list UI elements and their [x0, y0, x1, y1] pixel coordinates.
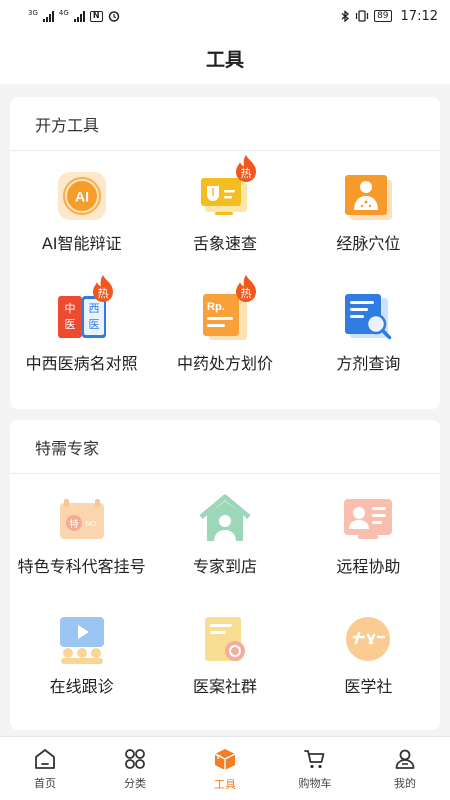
remote-assist-icon — [340, 491, 396, 547]
svg-text:特: 特 — [69, 518, 78, 530]
tool-label: 医案社群 — [192, 677, 257, 696]
status-right: 89 17:12 — [341, 9, 438, 24]
svg-text:AI: AI — [75, 189, 89, 205]
network-tag-4g: 4G — [58, 9, 69, 17]
tab-label: 工具 — [214, 777, 236, 791]
tool-label: AI智能辩证 — [41, 234, 122, 253]
tab-label: 首页 — [34, 776, 56, 790]
status-bar: 3G 4G N 89 17:12 — [0, 0, 450, 32]
tool-label: 中西医病名对照 — [25, 354, 138, 373]
signal-icon-2 — [73, 10, 85, 22]
tab-profile[interactable]: 我的 — [360, 737, 450, 800]
signal-icon — [42, 10, 54, 22]
svg-text:医: 医 — [64, 318, 75, 331]
tool-label: 在线跟诊 — [49, 677, 114, 696]
network-tag-3g: 3G — [28, 9, 38, 17]
svg-text:中: 中 — [64, 302, 75, 315]
svg-text:热: 热 — [240, 287, 251, 300]
tab-home[interactable]: 首页 — [0, 737, 90, 800]
bluetooth-icon — [341, 9, 350, 22]
tab-label: 我的 — [394, 776, 416, 790]
tab-tools[interactable]: 工具 — [180, 737, 270, 800]
hot-badge-icon: 热 — [235, 155, 256, 182]
expert-grid: 特 NO. 特色专科代客挂号 专家到店 远程协助 在线跟诊 医案社群 医学社 — [10, 474, 440, 714]
ai-diagnosis-icon: AI — [54, 168, 110, 224]
section-title: 特需专家 — [10, 420, 440, 474]
tool-label: 方剂查询 — [336, 354, 401, 373]
prescription-price-icon: Rp. 热 — [197, 275, 256, 344]
acupoint-icon — [340, 168, 396, 224]
disease-compare-icon: 中 医 西 医 热 — [54, 275, 113, 344]
tool-acupoint[interactable]: 经脉穴位 — [297, 151, 440, 271]
medical-club-icon — [340, 611, 396, 667]
case-community-icon — [197, 611, 253, 667]
page-title: 工具 — [205, 48, 244, 71]
tool-label: 经脉穴位 — [336, 234, 401, 253]
section-special-experts: 特需专家 特 NO. 特色专科代客挂号 专家到店 远程协助 在线跟诊 医案社群 … — [10, 420, 440, 730]
tool-label: 舌象速查 — [192, 234, 257, 253]
tool-ai-diagnosis[interactable]: AI AI智能辩证 — [10, 151, 153, 271]
tab-label: 购物车 — [298, 776, 332, 790]
tool-disease-compare[interactable]: 中 医 西 医 热 中西医病名对照 — [10, 271, 153, 391]
tab-label: 分类 — [124, 776, 146, 790]
tool-formula-search[interactable]: 方剂查询 — [297, 271, 440, 391]
hot-badge-icon: 热 — [235, 275, 256, 302]
tongue-check-icon: 热 — [197, 155, 256, 224]
svg-text:热: 热 — [240, 167, 251, 180]
tool-label: 远程协助 — [336, 557, 401, 576]
status-time: 17:12 — [400, 8, 438, 24]
tool-online-follow[interactable]: 在线跟诊 — [10, 594, 153, 714]
category-icon — [125, 748, 145, 769]
svg-text:Rp.: Rp. — [207, 301, 225, 313]
tab-category[interactable]: 分类 — [90, 737, 180, 800]
tool-tongue-check[interactable]: 热 舌象速查 — [153, 151, 296, 271]
tool-expert-visit[interactable]: 专家到店 — [153, 474, 296, 594]
tool-case-community[interactable]: 医案社群 — [153, 594, 296, 714]
tool-registration[interactable]: 特 NO. 特色专科代客挂号 — [10, 474, 153, 594]
formula-search-icon — [340, 288, 396, 344]
toolbox-icon — [214, 748, 236, 770]
bottom-tab-bar: 首页 分类 工具 购物车 我的 — [0, 736, 450, 800]
profile-icon — [395, 749, 415, 769]
battery-icon: 89 — [374, 10, 392, 22]
tool-label: 特色专科代客挂号 — [17, 557, 146, 576]
tool-grid: AI AI智能辩证 热 舌象速查 经脉穴位 中 医 西 医 热 中西医病名对照 … — [10, 151, 440, 391]
section-title: 开方工具 — [10, 97, 440, 151]
vibrate-icon — [355, 10, 369, 22]
tool-label: 专家到店 — [192, 557, 257, 576]
tab-cart[interactable]: 购物车 — [270, 737, 360, 800]
section-prescription-tools: 开方工具 AI AI智能辩证 热 舌象速查 经脉穴位 中 医 西 医 热 中西医… — [10, 97, 440, 409]
page-title-bar: 工具 — [0, 32, 450, 84]
alarm-icon — [108, 11, 120, 22]
tool-medical-club[interactable]: 医学社 — [297, 594, 440, 714]
online-follow-icon — [54, 611, 110, 667]
svg-text:热: 热 — [97, 287, 108, 300]
svg-text:NO.: NO. — [85, 521, 98, 528]
status-left: 3G 4G N — [28, 10, 120, 22]
svg-text:医: 医 — [88, 318, 99, 331]
registration-icon: 特 NO. — [54, 491, 110, 547]
tool-label: 医学社 — [344, 677, 393, 696]
cart-icon — [304, 749, 325, 768]
expert-visit-icon — [197, 491, 253, 547]
tool-remote-assist[interactable]: 远程协助 — [297, 474, 440, 594]
tool-label: 中药处方划价 — [176, 354, 273, 373]
home-icon — [35, 748, 55, 769]
nfc-icon: N — [89, 10, 103, 22]
hot-badge-icon: 热 — [92, 275, 113, 302]
tool-prescription-price[interactable]: Rp. 热 中药处方划价 — [153, 271, 296, 391]
